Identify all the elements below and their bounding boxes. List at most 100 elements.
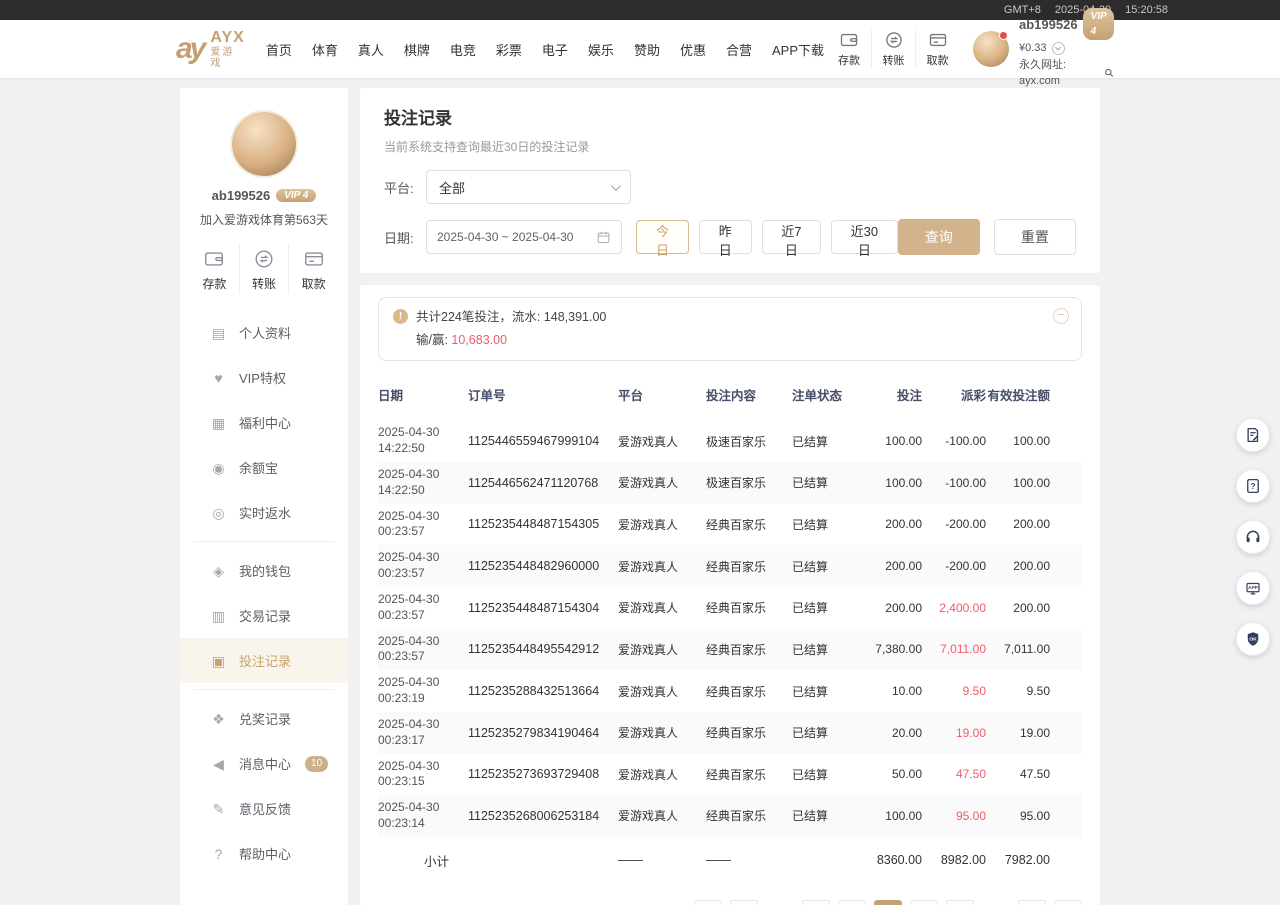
page-button[interactable]: < [694, 900, 722, 905]
cell-date: 2025-04-3000:23:14 [378, 795, 468, 837]
sidebar-deposit-action[interactable]: 存款 [190, 244, 239, 294]
calendar-icon [596, 230, 611, 245]
results-panel: ! 共计224笔投注，流水: 148,391.00 输/赢: 10,683.00… [360, 285, 1100, 905]
cell-order-number: 1125446559467999104 [468, 420, 618, 462]
sidebar-menu-item[interactable]: ♥ VIP特权 [180, 355, 348, 400]
cell-payout: 7,011.00 [922, 629, 986, 671]
platform-select[interactable]: 全部 [426, 170, 631, 204]
sidebar-menu-item[interactable]: ▤ 个人资料 [180, 310, 348, 355]
reset-button[interactable]: 重置 [994, 219, 1076, 255]
page-button[interactable]: 10 [946, 900, 974, 905]
sidebar-menu-item[interactable]: ▥ 交易记录 [180, 593, 348, 638]
page-button[interactable]: 23 [1018, 900, 1046, 905]
cell-date: 2025-04-3000:23:57 [378, 504, 468, 546]
nav-item[interactable]: 合营 [723, 36, 755, 63]
cell-bet-content: 经典百家乐 [706, 754, 792, 796]
sidebar-menu-item[interactable]: ▣ 投注记录 [180, 638, 348, 683]
float-help-button[interactable]: ? [1236, 469, 1270, 503]
sidebar-menu-item[interactable]: ? 帮助中心 [180, 831, 348, 876]
page-button[interactable]: … [766, 900, 794, 905]
menu-item-icon: ✎ [210, 802, 227, 816]
table-row: 2025-04-3000:23:57 1125235448487154305 爱… [378, 504, 1082, 546]
nav-item[interactable]: 体育 [309, 36, 341, 63]
float-verify-button[interactable]: OK [1236, 622, 1270, 656]
sidebar-menu-item[interactable]: ❖ 兑奖记录 [180, 696, 348, 741]
float-app-download-button[interactable]: APP [1236, 571, 1270, 605]
sidebar-menu-item[interactable]: ▦ 福利中心 [180, 400, 348, 445]
cell-status: 已结算 [792, 670, 862, 712]
help-book-icon: ? [1244, 477, 1262, 495]
pagination: <1 … 6 7 8 9 10 ← 23 > [378, 884, 1082, 905]
refresh-balance-icon[interactable] [1052, 42, 1065, 55]
sidebar-menu-item[interactable]: ◈ 我的钱包 [180, 548, 348, 593]
transfer-action[interactable]: 转账 [871, 30, 915, 68]
sidebar-menu-item[interactable]: ◎ 实时返水 [180, 490, 348, 535]
cell-bet-amount: 200.00 [862, 504, 922, 546]
cell-platform: 爱游戏真人 [618, 420, 706, 462]
page-button[interactable]: > [1054, 900, 1082, 905]
nav-item[interactable]: 优惠 [677, 36, 709, 63]
table-row: 2025-04-3000:23:14 1125235268006253184 爱… [378, 795, 1082, 837]
sidebar-withdraw-action[interactable]: 取款 [288, 244, 338, 294]
page-button[interactable]: 8 [874, 900, 902, 905]
subtotal-platform: —— [618, 837, 706, 884]
site-logo[interactable]: ay AYX 爱游戏 [176, 29, 245, 69]
page-button[interactable]: 7 [838, 900, 866, 905]
nav-item[interactable]: 电子 [539, 36, 571, 63]
menu-item-icon: ❖ [210, 712, 227, 726]
cell-date: 2025-04-3000:23:17 [378, 712, 468, 754]
nav-item[interactable]: 彩票 [493, 36, 525, 63]
logo-abbr: AYX [210, 29, 244, 47]
svg-text:APP: APP [1248, 585, 1259, 591]
column-header: 派彩 [922, 371, 986, 420]
logo-name: 爱游戏 [210, 47, 244, 69]
quick-range-button[interactable]: 昨日 [699, 220, 752, 254]
cell-date: 2025-04-3000:23:57 [378, 629, 468, 671]
sidebar-menu-item[interactable]: ◉ 余额宝 [180, 445, 348, 490]
cell-order-number: 1125235288432513664 [468, 670, 618, 712]
page-button[interactable]: 9 [910, 900, 938, 905]
sidebar-menu-item[interactable]: ✎ 意见反馈 [180, 786, 348, 831]
withdraw-action[interactable]: 取款 [915, 30, 959, 68]
column-header: 平台 [618, 371, 706, 420]
float-customer-service-button[interactable] [1236, 520, 1270, 554]
cell-valid-amount: 200.00 [986, 545, 1082, 587]
deposit-action[interactable]: 存款 [827, 30, 871, 68]
user-avatar[interactable] [973, 31, 1009, 67]
quick-range-button[interactable]: 近30日 [831, 220, 897, 254]
sidebar-transfer-action[interactable]: 转账 [239, 244, 289, 294]
cell-status: 已结算 [792, 545, 862, 587]
quick-range-button[interactable]: 今日 [636, 220, 689, 254]
cell-bet-amount: 200.00 [862, 545, 922, 587]
cell-bet-amount: 100.00 [862, 462, 922, 504]
nav-item[interactable]: 棋牌 [401, 36, 433, 63]
float-contract-button[interactable] [1236, 418, 1270, 452]
subtotal-payout: 8982.00 [922, 837, 986, 884]
page-button[interactable]: ← [982, 900, 1010, 905]
bet-records-table: 日期订单号平台投注内容注单状态投注派彩有效投注额 2025-04-3014:22… [378, 371, 1082, 884]
page-button[interactable]: 1 [730, 900, 758, 905]
magnifier-icon[interactable] [1104, 67, 1115, 79]
transfer-icon [253, 248, 275, 270]
cell-platform: 爱游戏真人 [618, 795, 706, 837]
nav-item[interactable]: 真人 [355, 36, 387, 63]
cell-bet-content: 极速百家乐 [706, 462, 792, 504]
cell-bet-content: 极速百家乐 [706, 420, 792, 462]
nav-item[interactable]: 赞助 [631, 36, 663, 63]
page-button[interactable]: 6 [802, 900, 830, 905]
nav-item[interactable]: 电竞 [447, 36, 479, 63]
collapse-icon[interactable]: − [1053, 308, 1069, 324]
nav-item[interactable]: 首页 [263, 36, 295, 63]
nav-item[interactable]: APP下载 [769, 36, 827, 63]
cell-bet-amount: 200.00 [862, 587, 922, 629]
sidebar-menu-item[interactable]: ◀ 消息中心 10 [180, 741, 348, 786]
cell-platform: 爱游戏真人 [618, 587, 706, 629]
table-row: 2025-04-3000:23:15 1125235273693729408 爱… [378, 754, 1082, 796]
date-range-input[interactable]: 2025-04-30 ~ 2025-04-30 [426, 220, 622, 254]
site-header: ay AYX 爱游戏 首页体育真人棋牌电竞彩票电子娱乐赞助优惠合营 APP下载 存… [0, 20, 1280, 78]
summary-banner: ! 共计224笔投注，流水: 148,391.00 输/赢: 10,683.00… [378, 297, 1082, 361]
search-button[interactable]: 查询 [898, 219, 980, 255]
nav-item[interactable]: 娱乐 [585, 36, 617, 63]
cell-bet-content: 经典百家乐 [706, 670, 792, 712]
quick-range-button[interactable]: 近7日 [762, 220, 822, 254]
